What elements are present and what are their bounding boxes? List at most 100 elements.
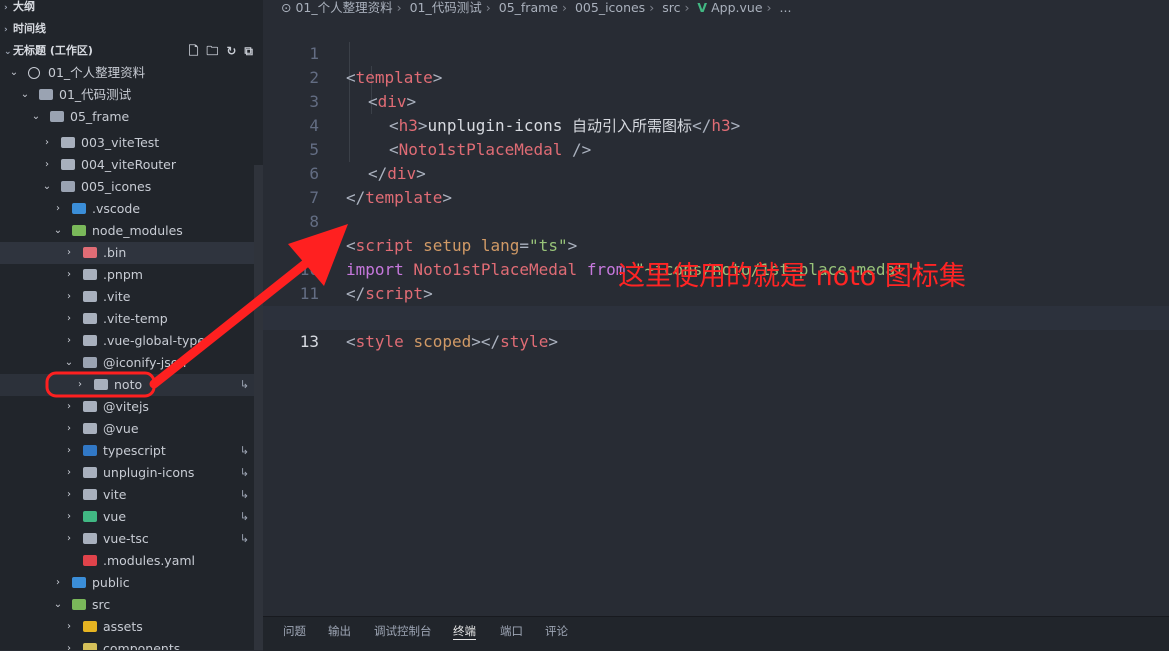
tree-item[interactable]: › .vite-temp [0, 308, 263, 330]
tree-item[interactable]: › vue ↳ [0, 506, 263, 528]
tree-item[interactable]: › public [0, 572, 263, 594]
tree-item[interactable]: › vue-tsc ↳ [0, 528, 263, 550]
folder-icon [83, 291, 97, 302]
chevron-down-icon[interactable]: ⌄ [30, 106, 42, 128]
tree-item[interactable]: › components [0, 638, 263, 650]
tree-item-label: noto [114, 377, 143, 392]
chevron-right-icon: › [4, 3, 8, 13]
tree-item[interactable]: ⌄ node_modules [0, 220, 263, 242]
tree-item[interactable]: › 003_viteTest [0, 132, 263, 154]
tree-item[interactable]: ⌄ src [0, 594, 263, 616]
breadcrumb-item[interactable]: 01_个人整理资料 [295, 0, 392, 15]
tree-item[interactable]: › unplugin-icons ↳ [0, 462, 263, 484]
chevron-right-icon[interactable]: › [63, 242, 75, 264]
tree-item[interactable]: › 004_viteRouter [0, 154, 263, 176]
folder-icon [61, 159, 75, 170]
chevron-right-icon[interactable]: › [63, 418, 75, 440]
breadcrumb-separator: › [684, 0, 690, 15]
tree-item[interactable]: › noto ↳ [0, 374, 263, 396]
tab-debug-console[interactable]: 调试控制台 [374, 623, 432, 639]
tree-item[interactable]: › .vite [0, 286, 263, 308]
chevron-right-icon[interactable]: › [63, 330, 75, 352]
chevron-down-icon[interactable]: ⌄ [63, 352, 75, 374]
tree-item[interactable]: ⌄ 01_代码测试 [0, 84, 263, 106]
chevron-down-icon[interactable]: ⌄ [52, 594, 64, 616]
refresh-icon[interactable]: ↻ [226, 40, 236, 62]
tree-item[interactable]: › typescript ↳ [0, 440, 263, 462]
chevron-right-icon[interactable]: › [52, 572, 64, 594]
assets-folder-icon [83, 621, 97, 632]
chevron-down-icon[interactable]: ⌄ [52, 220, 64, 242]
breadcrumb-item[interactable]: 005_icones [575, 0, 645, 15]
tree-item-label: 005_icones [81, 179, 152, 194]
tree-item[interactable]: › .vue-global-types [0, 330, 263, 352]
tab-terminal[interactable]: 终端 [453, 623, 476, 640]
sidebar-scrollbar[interactable] [254, 165, 263, 650]
yaml-file-icon [83, 555, 97, 566]
folder-icon [83, 533, 97, 544]
code-line: 9 import Noto1stPlaceMedal from "~icons/… [263, 210, 1169, 279]
tree-item[interactable]: › .vscode [0, 198, 263, 220]
chevron-down-icon[interactable]: ⌄ [19, 84, 31, 106]
breadcrumb-root-icon: ⊙ [281, 0, 292, 15]
tree-item[interactable]: › vite ↳ [0, 484, 263, 506]
chevron-right-icon[interactable]: › [63, 308, 75, 330]
collapse-all-icon[interactable]: ⧉ [244, 40, 253, 62]
code-line: 3 <h3>unplugin-icons 自动引入所需图标</h3> [263, 66, 1169, 135]
chevron-right-icon[interactable]: › [63, 440, 75, 462]
chevron-right-icon[interactable]: › [74, 374, 86, 396]
chevron-right-icon[interactable]: › [63, 484, 75, 506]
tree-item-label: vite [103, 487, 127, 502]
tab-ports[interactable]: 端口 [500, 623, 523, 639]
breadcrumb-item[interactable]: 01_代码测试 [410, 0, 482, 15]
symlink-icon: ↳ [239, 444, 249, 457]
tree-item[interactable]: ⌄ @iconify-json [0, 352, 263, 374]
chevron-right-icon[interactable]: › [41, 132, 53, 154]
chevron-down-icon[interactable]: ⌄ [41, 176, 53, 198]
code-line: 5 </div> [263, 114, 1169, 183]
chevron-right-icon[interactable]: › [63, 462, 75, 484]
tree-item[interactable]: › @vitejs [0, 396, 263, 418]
tree-item-label: .vscode [92, 201, 141, 216]
chevron-right-icon[interactable]: › [63, 396, 75, 418]
breadcrumb-item[interactable]: src [662, 0, 680, 15]
breadcrumb-item[interactable]: ... [780, 0, 792, 15]
tree-item[interactable]: › @vue [0, 418, 263, 440]
folder-open-icon [61, 181, 75, 192]
tab-problems[interactable]: 问题 [283, 623, 306, 639]
breadcrumb: ⊙ 01_个人整理资料 › 01_代码测试 › 05_frame › 005_icon… [263, 0, 1169, 16]
timeline-section-header[interactable]: › 时间线 [0, 18, 263, 40]
bin-folder-icon [83, 247, 97, 258]
tab-output[interactable]: 输出 [328, 623, 351, 639]
chevron-right-icon[interactable]: › [63, 264, 75, 286]
folder-open-icon [83, 357, 97, 368]
breadcrumb-item[interactable]: App.vue [711, 0, 762, 15]
new-folder-icon[interactable]: 🗀 [206, 40, 218, 62]
chevron-right-icon[interactable]: › [63, 506, 75, 528]
chevron-right-icon[interactable]: › [63, 616, 75, 638]
tree-item-label: @vitejs [103, 399, 149, 414]
tree-item-label: .modules.yaml [103, 553, 196, 568]
code-editor[interactable]: 1 <template> 2 <div> 3 <h3>unplugin-icon… [263, 18, 1169, 616]
tree-item[interactable]: › assets [0, 616, 263, 638]
tree-item[interactable]: ⌄ 01_个人整理资料 [0, 62, 263, 84]
tab-comments[interactable]: 评论 [545, 623, 568, 639]
new-file-icon[interactable]: 🗋 [189, 40, 199, 62]
chevron-right-icon[interactable]: › [63, 286, 75, 308]
folder-icon [83, 423, 97, 434]
tree-item[interactable]: › .bin [0, 242, 263, 264]
tree-item-label: @vue [103, 421, 139, 436]
chevron-down-icon[interactable]: ⌄ [8, 62, 20, 84]
tree-item[interactable]: ⌄ 05_frame [0, 106, 263, 128]
chevron-right-icon[interactable]: › [52, 198, 64, 220]
workspace-section-header[interactable]: ⌄无标题 (工作区) 🗋 🗀 ↻ ⧉ [0, 40, 263, 62]
chevron-right-icon[interactable]: › [41, 154, 53, 176]
tree-item[interactable]: .modules.yaml [0, 550, 263, 572]
tree-item[interactable]: › .pnpm [0, 264, 263, 286]
chevron-right-icon[interactable]: › [63, 638, 75, 650]
breadcrumb-separator: › [396, 0, 402, 15]
outline-section-header[interactable]: › 大纲 [0, 0, 263, 18]
tree-item[interactable]: ⌄ 005_icones [0, 176, 263, 198]
breadcrumb-item[interactable]: 05_frame [499, 0, 558, 15]
chevron-right-icon[interactable]: › [63, 528, 75, 550]
